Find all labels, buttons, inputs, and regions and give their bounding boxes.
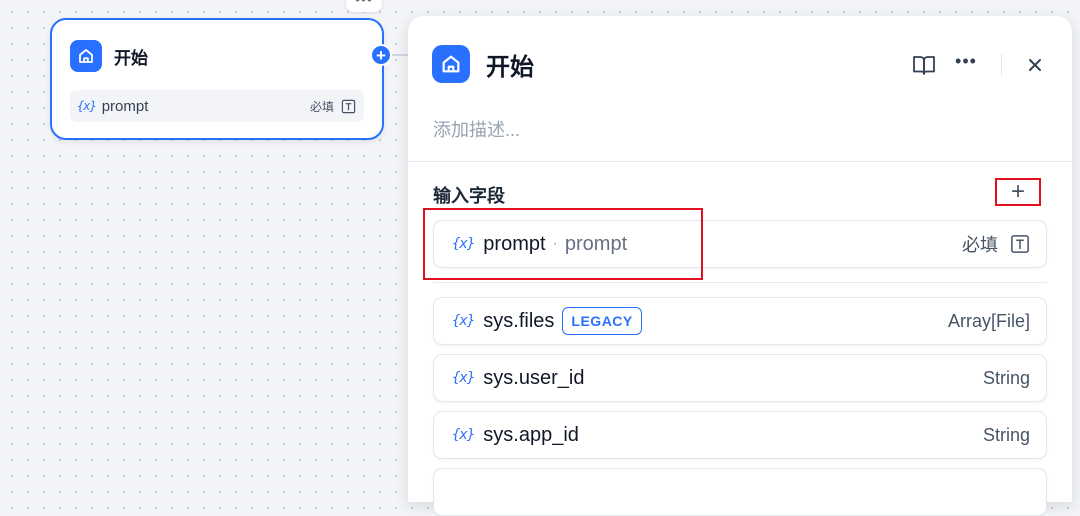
more-icon[interactable]: ••• (951, 50, 981, 80)
start-node[interactable]: 开始 {x} prompt 必填 (50, 18, 384, 140)
node-title: 开始 (114, 48, 148, 68)
field-name: sys.app_id (483, 423, 579, 446)
variable-icon: {x} (77, 99, 97, 113)
text-input-icon (1011, 235, 1029, 253)
system-field-partial (433, 468, 1047, 516)
node-config-panel: 开始 ••• 添加描述... 输入字段 + {x} prompt · promp… (408, 16, 1072, 516)
field-name: sys.user_id (483, 366, 585, 389)
book-icon[interactable] (909, 50, 939, 80)
field-type: Array[File] (947, 310, 1030, 331)
home-icon (432, 45, 470, 83)
close-icon[interactable] (1020, 50, 1050, 80)
system-field-user-id: {x} sys.user_id String (433, 354, 1047, 402)
header-divider (408, 161, 1072, 162)
variable-icon: {x} (452, 427, 475, 443)
input-field-prompt[interactable]: {x} prompt · prompt 必填 (433, 220, 1047, 268)
field-separator: · (552, 235, 558, 252)
variable-icon: {x} (452, 370, 475, 386)
panel-header: 开始 (432, 45, 534, 83)
description-input[interactable]: 添加描述... (433, 116, 520, 142)
field-type: String (982, 424, 1030, 445)
actions-divider (1001, 54, 1002, 76)
system-field-files: {x} sys.files LEGACY Array[File] (433, 297, 1047, 345)
field-name: prompt (483, 232, 546, 255)
required-label: 必填 (962, 235, 998, 255)
field-type: String (982, 367, 1030, 388)
input-fields-title: 输入字段 (433, 186, 505, 206)
add-next-node-button[interactable]: + (370, 44, 392, 66)
system-field-app-id: {x} sys.app_id String (433, 411, 1047, 459)
variable-icon: {x} (452, 313, 475, 329)
node-variable-row: {x} prompt 必填 (70, 90, 364, 122)
node-variable-name: prompt (101, 97, 149, 115)
field-label: prompt (564, 232, 628, 255)
text-input-icon (341, 99, 356, 113)
node-header: 开始 (70, 40, 148, 72)
panel-actions: ••• (909, 50, 1050, 80)
add-input-field-button[interactable]: + (995, 178, 1041, 206)
canvas-more-button[interactable]: ••• (346, 0, 382, 12)
fields-divider (433, 282, 1047, 283)
legacy-badge: LEGACY (562, 307, 642, 335)
home-icon (70, 40, 102, 72)
variable-icon: {x} (452, 236, 475, 252)
required-label: 必填 (309, 99, 334, 114)
field-name: sys.files (483, 309, 555, 332)
panel-title[interactable]: 开始 (486, 47, 534, 82)
